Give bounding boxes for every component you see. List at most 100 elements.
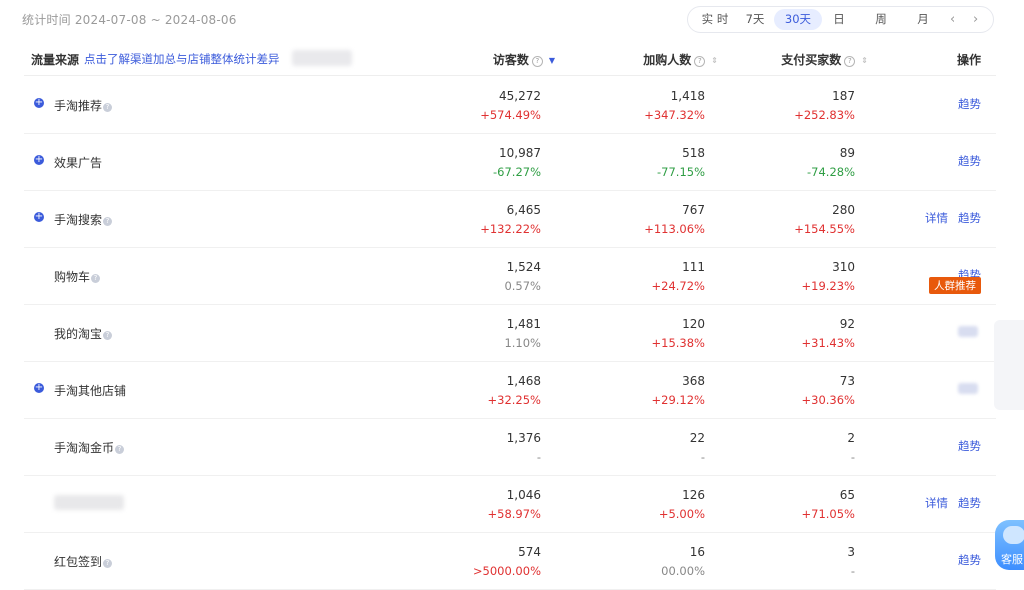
expand-icon[interactable]: + [34, 383, 44, 393]
buyers-value: 92 [839, 317, 855, 331]
sort-icon[interactable]: ⇕ [711, 57, 718, 65]
period-switch: 实 时 7天 30天 日 周 月 ‹ › [687, 6, 994, 33]
detail-link[interactable]: 详情 [925, 211, 948, 225]
buyers-change: +252.83% [794, 108, 855, 122]
buyers-change: +154.55% [794, 222, 855, 236]
cart-change: +15.38% [651, 336, 706, 350]
header-source: 流量来源 [31, 53, 80, 67]
table-row: 手淘淘金币? 1,376 - 22 - 2 - 趋势 [24, 418, 996, 476]
help-icon: ? [844, 56, 856, 67]
source-name: 红包签到? [54, 553, 113, 570]
buyers-change: +71.05% [801, 507, 856, 521]
crowd-recommend-badge[interactable]: 人群推荐 [929, 277, 981, 294]
cart-value: 16 [689, 545, 705, 559]
blurred-op [958, 326, 978, 337]
period-week-button[interactable]: 周 [864, 9, 898, 30]
visitors-value: 1,376 [506, 431, 541, 445]
cart-change: +347.32% [644, 108, 705, 122]
visitors-change: - [536, 450, 541, 464]
cart-change: -77.15% [657, 165, 705, 179]
stat-time-range: 统计时间 2024-07-08 ~ 2024-08-06 [22, 13, 237, 27]
trend-link[interactable]: 趋势 [958, 211, 981, 225]
sort-desc-icon[interactable]: ▼ [549, 57, 555, 65]
table-row: 红包签到? 574 >5000.00% 16 00.00% 3 - 趋势 [24, 532, 996, 590]
trend-link[interactable]: 趋势 [958, 439, 981, 453]
customer-service-button[interactable]: 客服 [995, 520, 1024, 570]
period-month-button[interactable]: 月 [906, 9, 940, 30]
source-name: 我的淘宝? [54, 325, 113, 342]
header-cart[interactable]: 加购人数? ⇕ [643, 51, 718, 68]
sort-icon[interactable]: ⇕ [861, 57, 868, 65]
row-ops: 详情 趋势 [915, 495, 981, 511]
trend-link[interactable]: 趋势 [958, 97, 981, 111]
header-visitors[interactable]: 访客数? ▼ [493, 51, 555, 68]
row-ops: 趋势 [948, 438, 981, 454]
help-icon: ? [103, 217, 113, 226]
table-row: + 手淘推荐? 45,272 +574.49% 1,418 +347.32% 187 +252… [24, 76, 996, 134]
header-help-link[interactable]: 点击了解渠道加总与店铺整体统计差异 [84, 51, 280, 67]
buyers-value: 73 [839, 374, 855, 388]
blurred-area [292, 50, 352, 66]
expand-icon[interactable]: + [34, 155, 44, 165]
visitors-value: 1,524 [506, 260, 541, 274]
help-icon: ? [115, 445, 125, 454]
visitors-change: -67.27% [493, 165, 541, 179]
trend-link[interactable]: 趋势 [958, 496, 981, 510]
table-row: + 效果广告 10,987 -67.27% 518 -77.15% 89 -74.28% 趋势 [24, 133, 996, 191]
period-realtime-button[interactable]: 实 时 [692, 9, 738, 30]
visitors-value: 1,046 [506, 488, 541, 502]
cart-value: 368 [682, 374, 705, 388]
help-icon: ? [103, 559, 113, 568]
source-name: 手淘其他店铺 [54, 384, 127, 398]
visitors-change: 1.10% [504, 336, 541, 350]
cart-change: +29.12% [651, 393, 706, 407]
visitors-change: +132.22% [480, 222, 541, 236]
expand-icon[interactable]: + [34, 212, 44, 222]
buyers-value: 3 [847, 545, 855, 559]
period-day-button[interactable]: 日 [824, 9, 854, 30]
row-ops: 详情 趋势 [915, 210, 981, 226]
visitors-value: 6,465 [506, 203, 541, 217]
source-name: 手淘推荐? [54, 97, 113, 114]
visitors-value: 1,468 [506, 374, 541, 388]
cart-change: +24.72% [651, 279, 706, 293]
cart-value: 518 [682, 146, 705, 160]
buyers-value: 65 [839, 488, 855, 502]
buyers-change: -74.28% [807, 165, 855, 179]
buyers-value: 280 [832, 203, 855, 217]
next-arrow-icon[interactable]: › [973, 9, 978, 30]
cart-value: 111 [682, 260, 705, 274]
service-avatar-icon [1003, 526, 1024, 544]
buyers-value: 310 [832, 260, 855, 274]
table-row: 我的淘宝? 1,481 1.10% 120 +15.38% 92 +31.43% [24, 304, 996, 362]
source-name: 效果广告 [54, 156, 103, 170]
trend-link[interactable]: 趋势 [958, 553, 981, 567]
detail-link[interactable]: 详情 [925, 496, 948, 510]
service-label: 客服 [1001, 553, 1023, 566]
cart-change: +5.00% [658, 507, 705, 521]
table-row: + 手淘搜索? 6,465 +132.22% 767 +113.06% 280 +154.55… [24, 190, 996, 248]
prev-arrow-icon[interactable]: ‹ [950, 9, 955, 30]
buyers-change: +19.23% [801, 279, 856, 293]
row-ops: 趋势 [948, 552, 981, 568]
cart-value: 1,418 [670, 89, 705, 103]
trend-link[interactable]: 趋势 [958, 154, 981, 168]
buyers-change: - [850, 450, 855, 464]
cart-value: 22 [689, 431, 705, 445]
visitors-value: 10,987 [499, 146, 541, 160]
table-row: 1,046 +58.97% 126 +5.00% 65 +71.05% 详情 趋势 [24, 475, 996, 533]
cart-change: +113.06% [644, 222, 705, 236]
buyers-change: +31.43% [801, 336, 856, 350]
visitors-change: +58.97% [487, 507, 542, 521]
header-buyers[interactable]: 支付买家数? ⇕ [781, 51, 868, 68]
buyers-value: 89 [839, 146, 855, 160]
buyers-value: 187 [832, 89, 855, 103]
table-row: 购物车? 1,524 0.57% 111 +24.72% 310 +19.23% 趋势 人群推荐 [24, 247, 996, 305]
source-name: 手淘淘金币? [54, 439, 125, 456]
help-icon: ? [103, 331, 113, 340]
period-7d-button[interactable]: 7天 [738, 9, 772, 30]
expand-icon[interactable]: + [34, 98, 44, 108]
period-30d-button[interactable]: 30天 [774, 9, 822, 30]
table-row: + 手淘其他店铺 1,468 +32.25% 368 +29.12% 73 +30.36% [24, 361, 996, 419]
help-icon: ? [694, 56, 706, 67]
